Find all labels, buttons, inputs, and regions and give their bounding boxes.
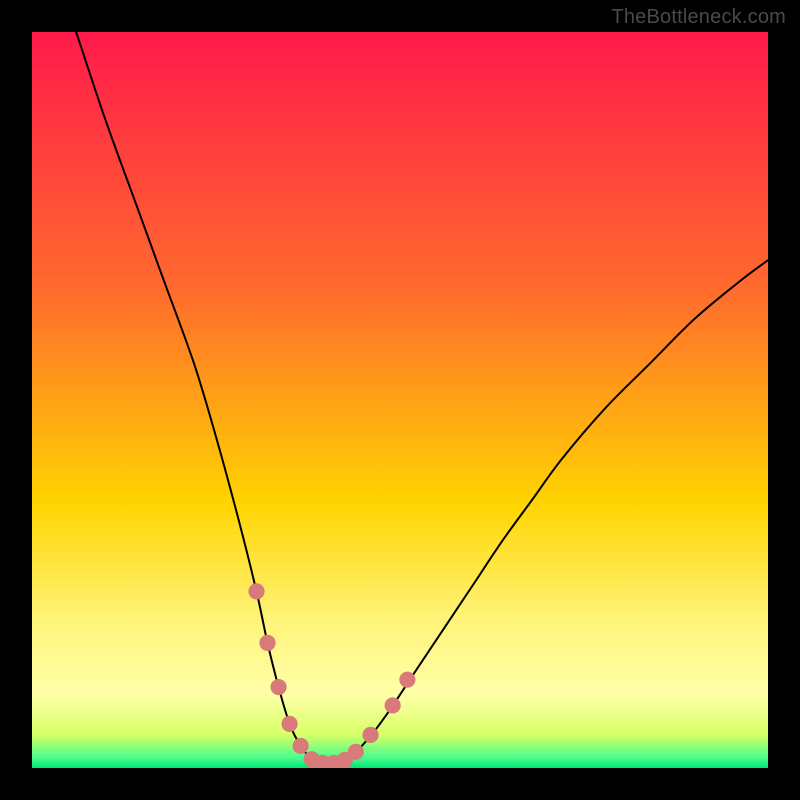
highlight-marker <box>270 679 286 695</box>
highlight-marker <box>399 672 415 688</box>
highlight-marker <box>348 744 364 760</box>
highlight-marker <box>248 583 264 599</box>
bottleneck-chart <box>32 32 768 768</box>
highlight-marker <box>293 738 309 754</box>
highlight-marker <box>282 716 298 732</box>
highlight-marker <box>385 697 401 713</box>
gradient-background <box>32 32 768 768</box>
highlight-marker <box>362 727 378 743</box>
watermark-label: TheBottleneck.com <box>611 6 786 29</box>
highlight-marker <box>259 635 275 651</box>
plot-area <box>32 32 768 768</box>
chart-frame: TheBottleneck.com <box>0 0 800 800</box>
